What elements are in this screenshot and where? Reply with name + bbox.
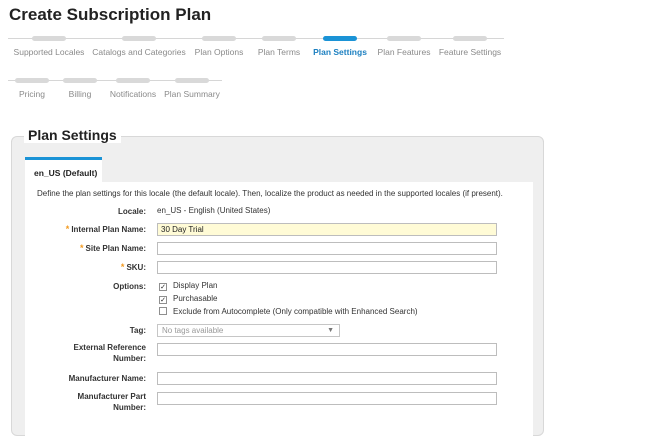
step-indicator — [116, 78, 150, 83]
step-label: Plan Features — [377, 47, 431, 57]
option-label: Exclude from Autocomplete (Only compatib… — [173, 307, 418, 316]
option-purchasable[interactable]: ✓ Purchasable — [159, 294, 217, 304]
step-indicator — [387, 36, 421, 41]
step-plan-options[interactable]: Plan Options — [188, 36, 250, 57]
step-indicator — [122, 36, 156, 41]
locale-value: en_US - English (United States) — [157, 206, 271, 215]
internal-plan-name-label: * Internal Plan Name: — [65, 224, 146, 234]
purchasable-checkbox[interactable]: ✓ — [159, 296, 167, 304]
display-plan-checkbox[interactable]: ✓ — [159, 283, 167, 291]
required-marker: * — [120, 262, 125, 272]
tab-en-us-default[interactable]: en_US (Default) — [25, 157, 102, 183]
page-title: Create Subscription Plan — [9, 5, 212, 24]
step-notifications[interactable]: Notifications — [104, 78, 162, 99]
site-plan-name-input[interactable] — [157, 242, 497, 255]
step-label: Billing — [68, 89, 92, 99]
step-label: Feature Settings — [438, 47, 502, 57]
wizard-steps-row-1: Supported Locales Catalogs and Categorie… — [8, 36, 504, 57]
chevron-down-icon: ▼ — [327, 327, 334, 334]
step-indicator — [15, 78, 49, 83]
step-catalogs-and-categories[interactable]: Catalogs and Categories — [90, 36, 188, 57]
intro-text: Define the plan settings for this locale… — [37, 189, 503, 198]
external-reference-label: External Reference Number: — [73, 343, 146, 363]
external-reference-input[interactable] — [157, 343, 497, 356]
step-label: Plan Settings — [313, 47, 367, 57]
step-label: Plan Terms — [257, 47, 301, 57]
step-label: Catalogs and Categories — [92, 47, 186, 57]
option-display-plan[interactable]: ✓ Display Plan — [159, 281, 217, 291]
step-label: Plan Options — [194, 47, 244, 57]
site-plan-name-label: * Site Plan Name: — [80, 243, 146, 253]
step-pricing[interactable]: Pricing — [8, 78, 56, 99]
option-label: Purchasable — [173, 294, 218, 303]
step-indicator — [323, 36, 357, 41]
step-indicator — [63, 78, 97, 83]
panel-title: Plan Settings — [24, 127, 121, 143]
manufacturer-name-input[interactable] — [157, 372, 497, 385]
step-label: Plan Summary — [164, 89, 220, 99]
step-feature-settings[interactable]: Feature Settings — [436, 36, 504, 57]
step-plan-summary[interactable]: Plan Summary — [162, 78, 222, 99]
step-indicator — [32, 36, 66, 41]
step-indicator — [202, 36, 236, 41]
step-plan-terms[interactable]: Plan Terms — [250, 36, 308, 57]
step-plan-settings[interactable]: Plan Settings — [308, 36, 372, 57]
tag-select[interactable]: No tags available ▼ — [157, 324, 340, 337]
step-plan-features[interactable]: Plan Features — [372, 36, 436, 57]
step-label: Pricing — [19, 89, 45, 99]
step-billing[interactable]: Billing — [56, 78, 104, 99]
locale-form: Define the plan settings for this locale… — [25, 182, 533, 442]
internal-plan-name-input[interactable] — [157, 223, 497, 236]
required-marker: * — [65, 224, 70, 234]
manufacturer-part-label: Manufacturer Part Number: — [77, 392, 146, 412]
manufacturer-name-label: Manufacturer Name: — [68, 374, 146, 383]
locale-label: Locale: — [117, 207, 146, 216]
exclude-autocomplete-checkbox[interactable] — [159, 307, 167, 315]
step-label: Supported Locales — [13, 47, 85, 57]
step-indicator — [262, 36, 296, 41]
option-exclude-autocomplete[interactable]: Exclude from Autocomplete (Only compatib… — [159, 307, 418, 316]
wizard-steps-row-2: Pricing Billing Notifications Plan Summa… — [8, 78, 222, 99]
tag-select-value: No tags available — [162, 326, 224, 335]
step-indicator — [453, 36, 487, 41]
step-supported-locales[interactable]: Supported Locales — [8, 36, 90, 57]
options-label: Options: — [113, 282, 146, 291]
sku-input[interactable] — [157, 261, 497, 274]
tag-label: Tag: — [129, 326, 146, 335]
plan-settings-panel: Plan Settings en_US (Default) Define the… — [11, 127, 544, 442]
step-indicator — [175, 78, 209, 83]
step-label: Notifications — [109, 89, 157, 99]
option-label: Display Plan — [173, 281, 218, 290]
sku-label: * SKU: — [120, 262, 146, 272]
required-marker: * — [80, 243, 84, 253]
manufacturer-part-input[interactable] — [157, 392, 497, 405]
